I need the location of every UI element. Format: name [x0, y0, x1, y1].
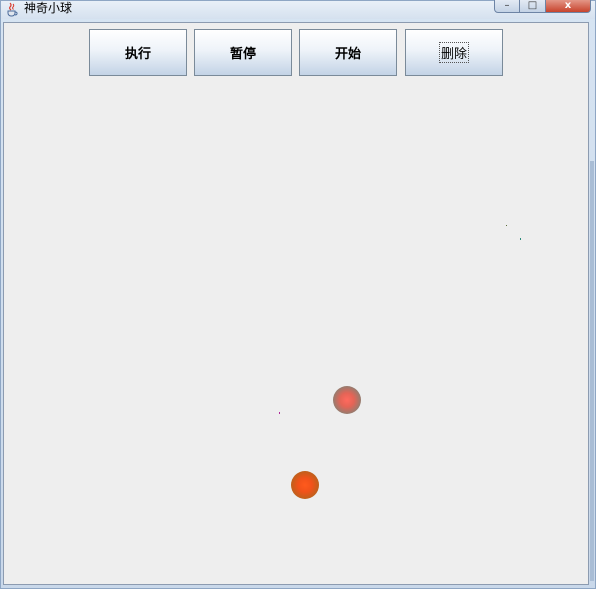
particle	[279, 412, 280, 414]
delete-button-label: 删除	[438, 42, 469, 63]
execute-button[interactable]: 执行	[89, 29, 187, 76]
window-controls: – □ x	[494, 0, 591, 13]
window-border-right	[590, 161, 594, 581]
ball	[291, 471, 319, 499]
title-bar[interactable]: 神奇小球 – □ x	[1, 0, 595, 19]
app-window: 神奇小球 – □ x 执行 暂停 开始 删除	[0, 0, 596, 589]
pause-button-label: 暂停	[229, 47, 256, 62]
window-title: 神奇小球	[24, 1, 73, 15]
pause-button[interactable]: 暂停	[194, 29, 292, 76]
ball-canvas[interactable]: 执行 暂停 开始 删除	[3, 22, 589, 585]
close-button[interactable]: x	[546, 0, 591, 13]
start-button-label: 开始	[334, 47, 361, 62]
execute-button-label: 执行	[124, 47, 151, 62]
delete-button[interactable]: 删除	[405, 29, 503, 76]
start-button[interactable]: 开始	[299, 29, 397, 76]
particle	[506, 225, 507, 226]
particle	[520, 238, 521, 240]
maximize-button[interactable]: □	[520, 0, 546, 13]
ball	[333, 386, 361, 414]
minimize-button[interactable]: –	[494, 0, 520, 13]
java-coffee-cup-icon	[7, 2, 18, 17]
